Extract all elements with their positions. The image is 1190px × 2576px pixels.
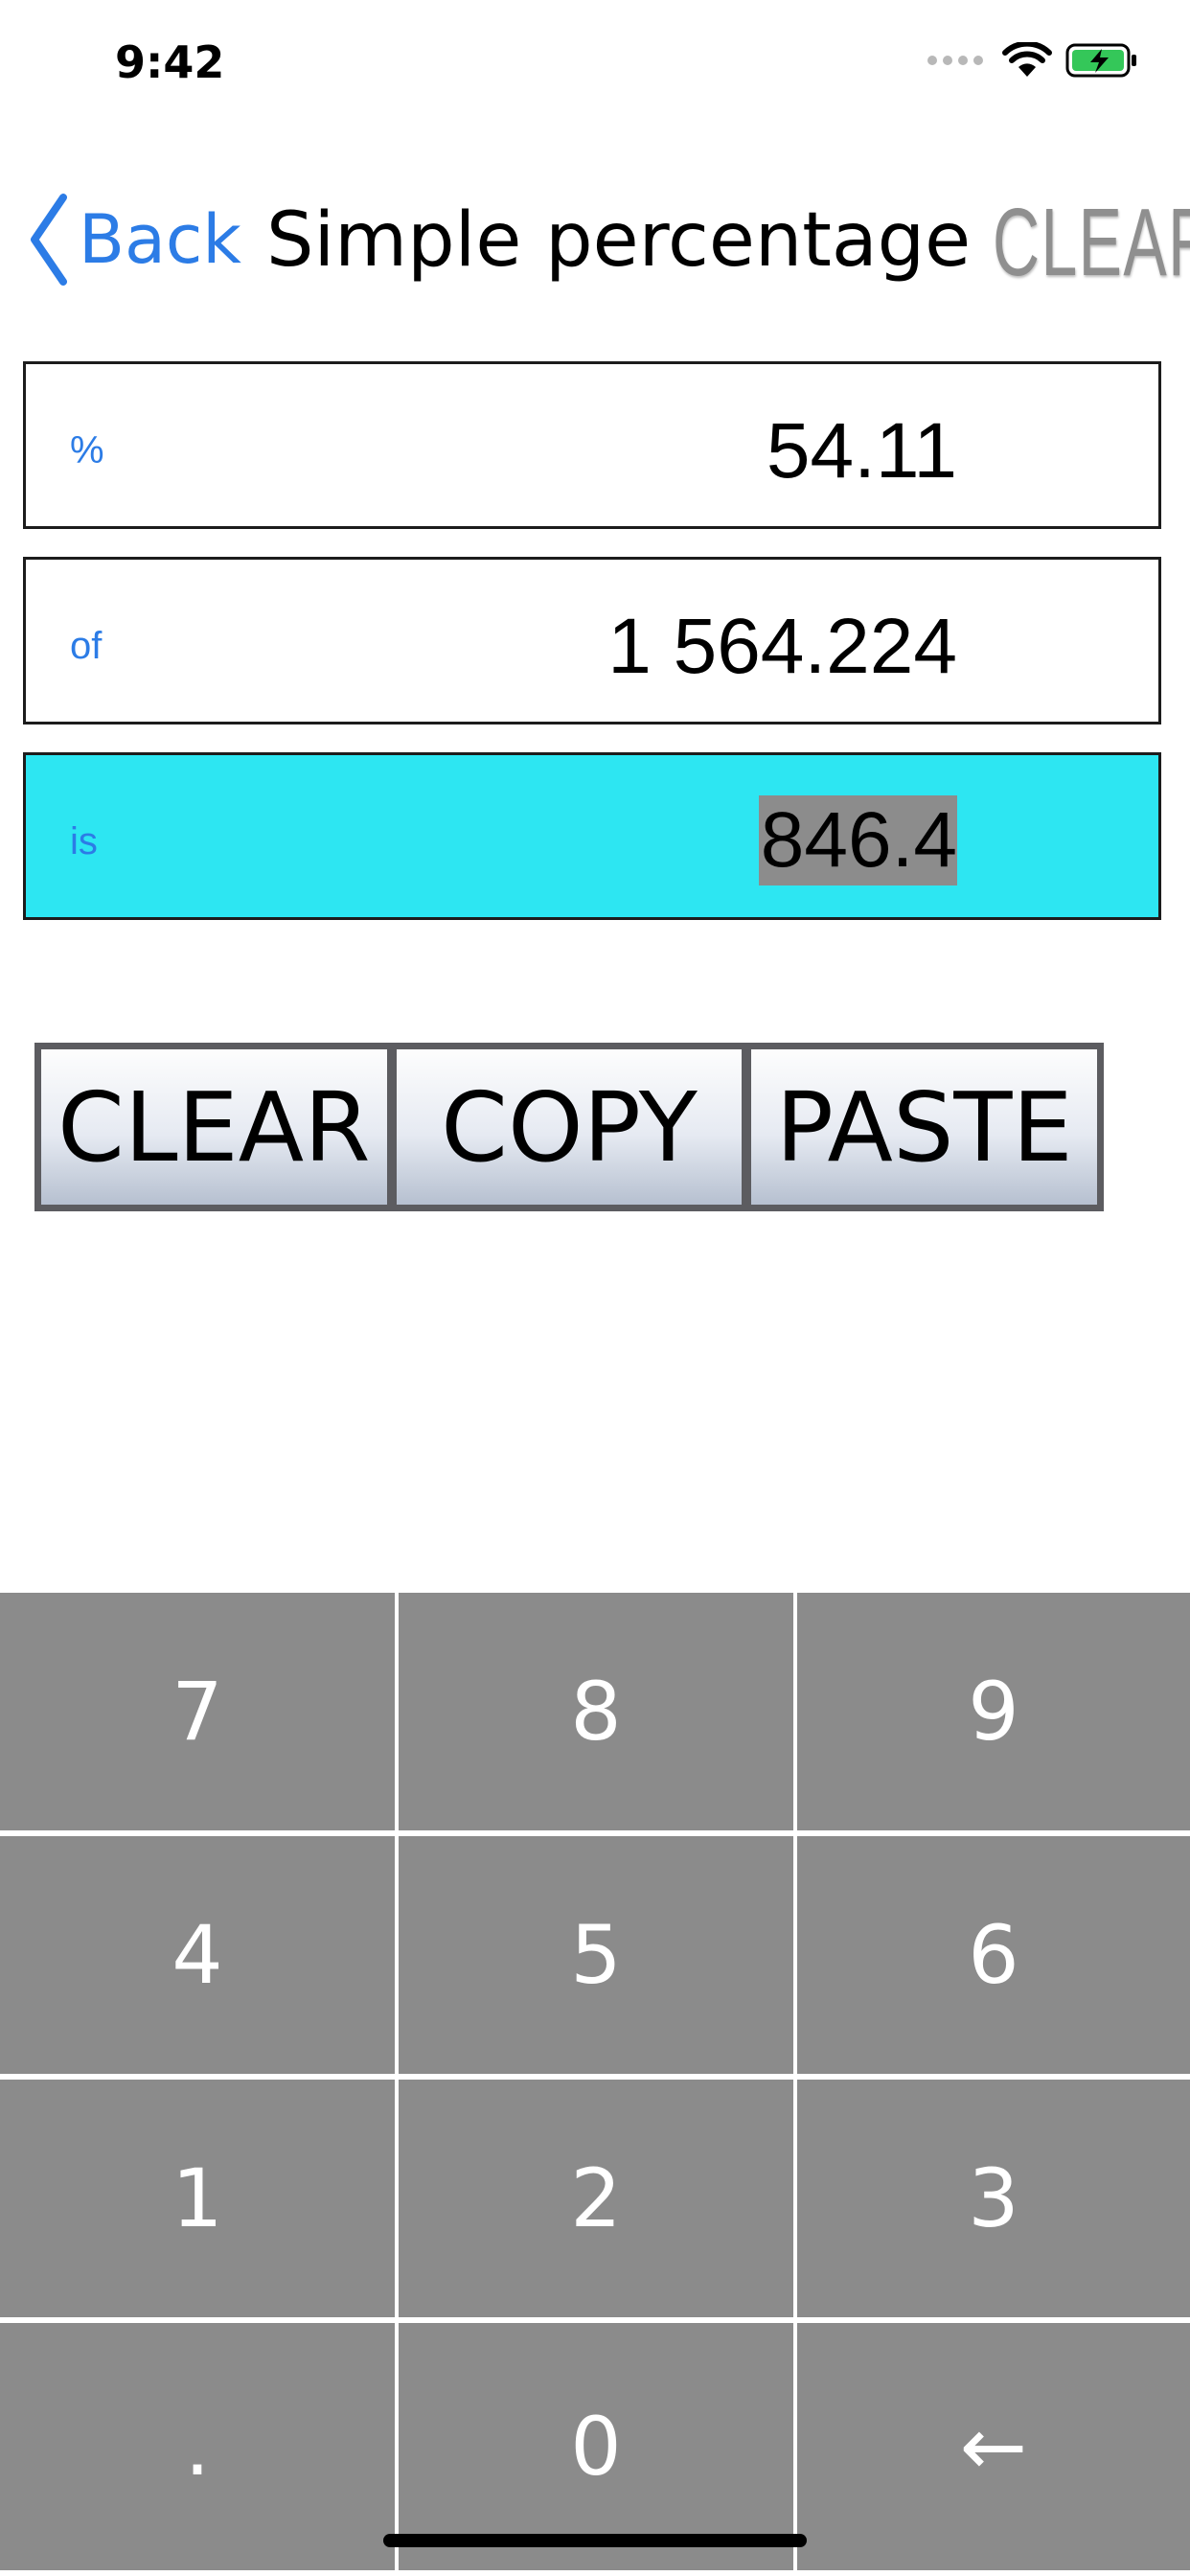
clear-header-button[interactable]: CLEAR	[993, 188, 1190, 298]
key-8[interactable]: 8	[399, 1593, 793, 1830]
result-value: 846.4	[758, 795, 957, 886]
numeric-keypad: 7 8 9 4 5 6 1 2 3 . 0 ←	[0, 1593, 1190, 2576]
back-label: Back	[79, 200, 241, 279]
clear-button[interactable]: CLEAR	[41, 1049, 387, 1205]
key-4[interactable]: 4	[0, 1836, 395, 2074]
percent-field[interactable]: % 54.11	[23, 361, 1161, 529]
result-field[interactable]: is 846.4	[23, 752, 1161, 920]
copy-button[interactable]: COPY	[396, 1049, 743, 1205]
percent-label: %	[70, 429, 104, 472]
key-1[interactable]: 1	[0, 2080, 395, 2317]
page-title: Simple percentage	[266, 197, 972, 284]
backspace-key[interactable]: ←	[797, 2323, 1190, 2570]
status-icons	[927, 42, 1138, 79]
of-label: of	[70, 625, 103, 667]
chevron-left-icon	[31, 194, 67, 286]
percent-value: 54.11	[766, 407, 957, 494]
wifi-icon	[1002, 42, 1052, 77]
action-button-group: CLEAR COPY PASTE	[34, 1043, 1104, 1211]
navigation-bar: Back Simple percentage CLEAR	[0, 163, 1190, 316]
key-9[interactable]: 9	[797, 1593, 1190, 1830]
key-2[interactable]: 2	[399, 2080, 793, 2317]
key-6[interactable]: 6	[797, 1836, 1190, 2074]
status-bar: 9:42	[0, 0, 1190, 134]
of-value: 1 564.224	[607, 603, 957, 690]
key-5[interactable]: 5	[399, 1836, 793, 2074]
result-label: is	[70, 820, 98, 862]
key-3[interactable]: 3	[797, 2080, 1190, 2317]
back-button[interactable]: Back	[29, 194, 241, 286]
of-field[interactable]: of 1 564.224	[23, 557, 1161, 724]
key-decimal[interactable]: .	[0, 2323, 395, 2570]
cellular-signal-icon	[927, 56, 983, 65]
status-time: 9:42	[115, 36, 225, 88]
home-indicator[interactable]	[383, 2534, 807, 2547]
key-7[interactable]: 7	[0, 1593, 395, 1830]
paste-button[interactable]: PASTE	[751, 1049, 1098, 1205]
battery-charging-icon	[1065, 43, 1136, 78]
